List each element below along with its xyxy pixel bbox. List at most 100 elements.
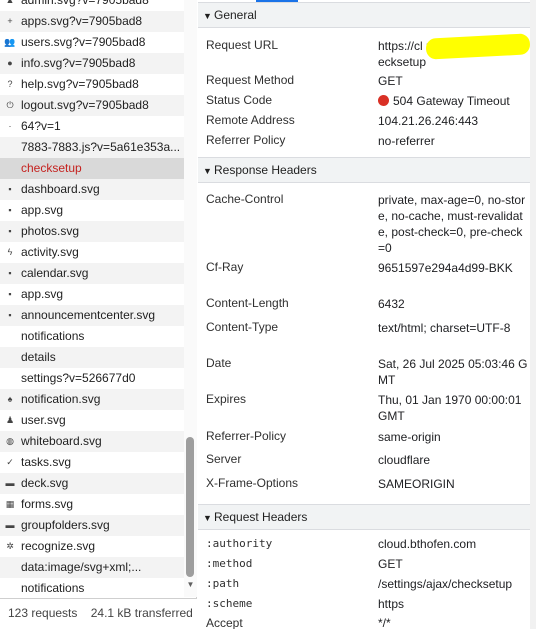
request-name: apps.svg?v=7905bad8 [21, 14, 143, 28]
activity-icon: ϟ [7, 247, 13, 257]
request-row[interactable]: ▲ admin.svg?v=7905bad8 [0, 0, 184, 11]
request-row[interactable]: ✓ tasks.svg [0, 452, 184, 473]
request-row[interactable]: ▪ announcementcenter.svg [0, 305, 184, 326]
users-icon: 👥 [4, 37, 16, 47]
request-count: 123 requests [8, 606, 78, 620]
response-header-key: Cache-Control [206, 192, 284, 206]
request-details-panel: ▼General Request URL https://cl m/settin… [198, 0, 536, 629]
request-row[interactable]: ♠ notification.svg [0, 389, 184, 410]
request-row[interactable]: ▬ groupfolders.svg [0, 515, 184, 536]
response-header-key: Expires [206, 392, 247, 406]
referrer-policy-value: no-referrer [378, 134, 435, 148]
general-section-header[interactable]: ▼ General [198, 2, 536, 28]
request-name: details [21, 350, 56, 364]
request-row[interactable]: ◍ whiteboard.svg [0, 431, 184, 452]
request-row[interactable]: ϟ activity.svg [0, 242, 184, 263]
request-row[interactable]: + apps.svg?v=7905bad8 [0, 11, 184, 32]
request-row[interactable]: ▪ app.svg [0, 284, 184, 305]
photos-icon: ▪ [8, 226, 12, 236]
request-name: notification.svg [21, 392, 101, 406]
calendar-icon: ▪ [8, 268, 12, 278]
request-name: calendar.svg [21, 266, 89, 280]
general-key: Request URL [206, 38, 279, 52]
app-icon: ▪ [8, 289, 12, 299]
response-header-value: 9651597e294a4d99-BKK [378, 261, 513, 275]
request-row[interactable]: details [0, 347, 184, 368]
request-row[interactable]: ▪ app.svg [0, 200, 184, 221]
request-row[interactable]: · 64?v=1 [0, 116, 184, 137]
request-row[interactable]: notifications [0, 326, 184, 347]
response-header-value: text/html; charset=UTF-8 [378, 321, 511, 335]
request-header-key: :path [206, 577, 240, 590]
request-row[interactable]: ? help.svg?v=7905bad8 [0, 74, 184, 95]
request-row[interactable]: ▦ forms.svg [0, 494, 184, 515]
request-name: forms.svg [21, 497, 74, 511]
image-icon: · [8, 121, 12, 131]
error-status-dot-icon [378, 95, 389, 106]
response-header-key: Content-Type [206, 320, 279, 334]
request-row[interactable]: data:image/svg+xml;... [0, 557, 184, 578]
request-row[interactable]: ♟ user.svg [0, 410, 184, 431]
request-row[interactable]: ⏻ logout.svg?v=7905bad8 [0, 95, 184, 116]
request-list: ▲ admin.svg?v=7905bad8 + apps.svg?v=7905bad… [0, 0, 184, 597]
scroll-down-arrow-icon[interactable]: ▼ [186, 580, 195, 589]
logout-icon: ⏻ [6, 100, 14, 110]
request-header-key: :authority [206, 537, 273, 550]
details-scrollbar[interactable] [530, 0, 536, 629]
request-name: app.svg [21, 203, 64, 217]
request-name: checksetup [21, 161, 82, 175]
request-row[interactable]: ▬ deck.svg [0, 473, 184, 494]
general-key: Status Code [206, 93, 273, 107]
folder-icon: ▬ [5, 520, 15, 530]
request-method-value: GET [378, 74, 403, 88]
request-header-key: :scheme [206, 597, 253, 610]
response-header-value: same-origin [378, 430, 441, 444]
request-row[interactable]: settings?v=526677d0 [0, 368, 184, 389]
scrollbar-thumb[interactable] [186, 437, 194, 577]
request-row[interactable]: ▪ photos.svg [0, 221, 184, 242]
general-section-title: General [214, 8, 257, 22]
request-header-value: */* [378, 616, 391, 629]
request-row[interactable]: ▪ dashboard.svg [0, 179, 184, 200]
request-header-key: Accept [206, 616, 243, 629]
user-icon: ♟ [5, 415, 15, 425]
recognize-icon: ✲ [6, 541, 14, 551]
dashboard-icon: ▪ [8, 184, 12, 194]
help-icon: ? [7, 79, 13, 89]
request-name: deck.svg [21, 476, 69, 490]
announcement-icon: ▪ [8, 310, 12, 320]
request-row[interactable]: ● info.svg?v=7905bad8 [0, 53, 184, 74]
response-header-key: Cf-Ray [206, 260, 244, 274]
request-name: info.svg?v=7905bad8 [21, 56, 136, 70]
request-header-value: GET [378, 557, 403, 571]
response-headers-section-header[interactable]: ▼ Response Headers [198, 157, 536, 183]
request-row[interactable]: ▪ calendar.svg [0, 263, 184, 284]
general-key: Referrer Policy [206, 133, 286, 147]
admin-icon: ▲ [5, 0, 15, 5]
request-name: user.svg [21, 413, 66, 427]
plus-icon: + [7, 16, 13, 26]
general-key: Remote Address [206, 113, 295, 127]
request-name: 7883-7883.js?v=5a61e353a... [21, 140, 181, 154]
request-row[interactable]: 👥 users.svg?v=7905bad8 [0, 32, 184, 53]
request-row[interactable]: ✲ recognize.svg [0, 536, 184, 557]
request-row[interactable]: 7883-7883.js?v=5a61e353a... [0, 137, 184, 158]
response-header-value: 6432 [378, 297, 405, 311]
request-headers-title: Request Headers [214, 510, 308, 524]
request-headers-section-header[interactable]: ▼ Request Headers [198, 504, 536, 530]
request-row[interactable]: notifications [0, 578, 184, 597]
response-header-value: cloudflare [378, 453, 431, 467]
request-name: activity.svg [21, 245, 79, 259]
info-icon: ● [7, 58, 13, 68]
request-list-panel: ▲ admin.svg?v=7905bad8 + apps.svg?v=7905bad… [0, 0, 197, 629]
response-header-value: Sat, 26 Jul 2025 05:03:46 GMT [378, 357, 528, 387]
request-list-scrollbar[interactable]: ▼ [184, 0, 197, 597]
whiteboard-icon: ◍ [6, 436, 14, 446]
response-header-value: private, max-age=0, no-store, no-cache, … [378, 193, 526, 255]
collapse-triangle-icon: ▼ [203, 166, 212, 176]
request-name: help.svg?v=7905bad8 [21, 77, 139, 91]
request-name: dashboard.svg [21, 182, 100, 196]
request-name: 64?v=1 [21, 119, 61, 133]
collapse-triangle-icon: ▼ [203, 513, 212, 523]
request-row[interactable]: checksetup [0, 158, 184, 179]
